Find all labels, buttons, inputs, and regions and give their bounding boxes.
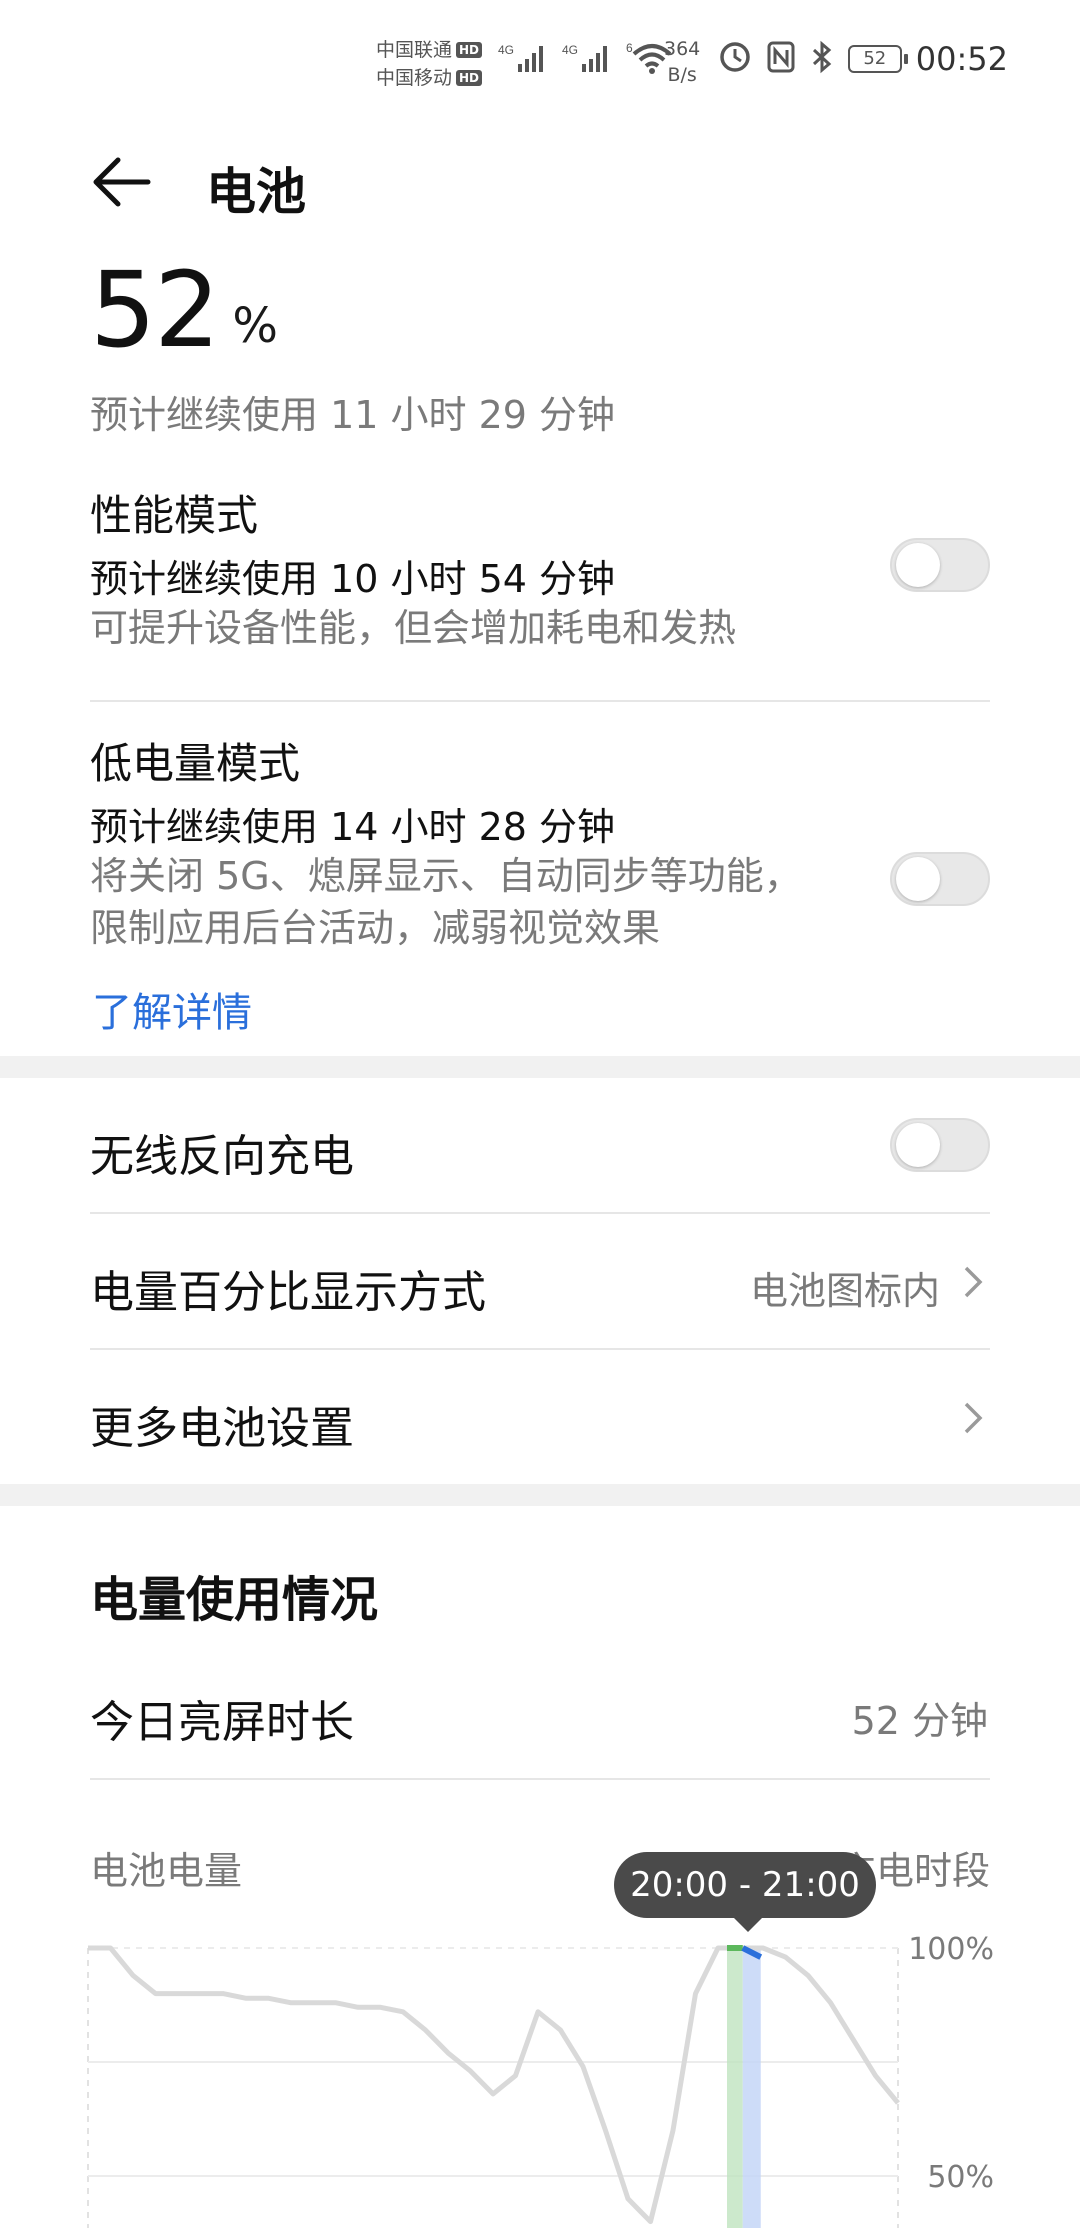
- low-power-mode-estimate: 预计继续使用 14 小时 28 分钟: [90, 805, 616, 849]
- hd-badge: HD: [456, 70, 483, 86]
- battery-percent: 52 %: [90, 258, 278, 362]
- low-power-mode-description-2: 限制应用后台活动，减弱视觉效果: [90, 906, 661, 950]
- toggle-knob: [896, 543, 940, 587]
- percent-display-label: 电量百分比显示方式: [90, 1267, 486, 1318]
- net-type-1: 4G: [498, 43, 514, 57]
- battery-level-chart[interactable]: [0, 1930, 1080, 2228]
- chart-label: 电池电量: [90, 1849, 243, 1893]
- divider: [90, 1212, 990, 1214]
- back-button[interactable]: [88, 150, 158, 214]
- wifi-gen: 6: [626, 41, 633, 55]
- status-right: 52 00:52: [718, 40, 1008, 78]
- net-speed-value: 364: [664, 38, 701, 60]
- performance-mode-description: 可提升设备性能，但会增加耗电和发热: [90, 606, 737, 650]
- performance-mode-estimate: 预计继续使用 10 小时 54 分钟: [90, 557, 616, 601]
- chevron-right-icon: [964, 1402, 983, 1434]
- performance-mode-title: 性能模式: [90, 491, 259, 540]
- net-type-2: 4G: [562, 43, 578, 57]
- battery-estimate: 预计继续使用 11 小时 29 分钟: [90, 393, 616, 437]
- usage-section-title: 电量使用情况: [90, 1572, 379, 1628]
- chart-tooltip-arrow: [732, 1916, 764, 1932]
- battery-percent-sign: %: [232, 298, 278, 354]
- clock: 00:52: [915, 40, 1008, 78]
- low-power-mode-title: 低电量模式: [90, 739, 301, 788]
- net-speed: 364 B/s: [664, 36, 700, 88]
- carrier-2: 中国移动: [376, 67, 453, 89]
- percent-display-value: 电池图标内: [749, 1269, 940, 1313]
- page-title: 电池: [206, 163, 306, 221]
- signal-icon: 4G: [498, 40, 550, 80]
- screen-on-time-value: 52 分钟: [851, 1699, 988, 1743]
- battery-indicator-icon: 52: [847, 45, 908, 73]
- net-speed-unit: B/s: [667, 64, 697, 86]
- wireless-reverse-charging-toggle[interactable]: [890, 1118, 990, 1172]
- toggle-knob: [896, 857, 940, 901]
- status-bar: 中国联通 HD 中国移动 HD 4G 4G 6 364 B/s 52 00:52: [0, 0, 1080, 120]
- divider: [90, 1348, 990, 1350]
- chevron-right-icon: [964, 1266, 983, 1298]
- carrier-info: 中国联通 HD 中国移动 HD: [376, 36, 483, 92]
- low-power-mode-description-1: 将关闭 5G、熄屏显示、自动同步等功能，: [90, 854, 802, 898]
- toggle-knob: [896, 1123, 940, 1167]
- signal-icons: 4G 4G 6: [498, 40, 674, 80]
- battery-percent-value: 52: [90, 249, 220, 371]
- performance-mode-toggle[interactable]: [890, 538, 990, 592]
- screen-on-time-label: 今日亮屏时长: [90, 1697, 354, 1748]
- section-gap: [0, 1484, 1080, 1506]
- alarm-icon: [718, 40, 752, 78]
- section-gap: [0, 1056, 1080, 1078]
- divider: [90, 1778, 990, 1780]
- selected-band: [742, 1948, 761, 2228]
- back-arrow-icon: [93, 157, 151, 207]
- divider: [90, 700, 990, 702]
- chart-tooltip: 20:00 - 21:00: [614, 1852, 876, 1918]
- learn-more-link[interactable]: 了解详情: [92, 980, 252, 1038]
- charging-band: [727, 1948, 743, 2228]
- signal-icon: 4G: [562, 40, 614, 80]
- carrier-1: 中国联通: [376, 39, 453, 61]
- low-power-mode-toggle[interactable]: [890, 852, 990, 906]
- more-battery-settings-label: 更多电池设置: [90, 1403, 354, 1454]
- battery-level-line: [88, 1945, 900, 2225]
- nfc-icon: [766, 40, 796, 78]
- wireless-reverse-charging-label: 无线反向充电: [90, 1131, 354, 1182]
- bluetooth-icon: [810, 40, 834, 78]
- hd-badge: HD: [456, 42, 483, 58]
